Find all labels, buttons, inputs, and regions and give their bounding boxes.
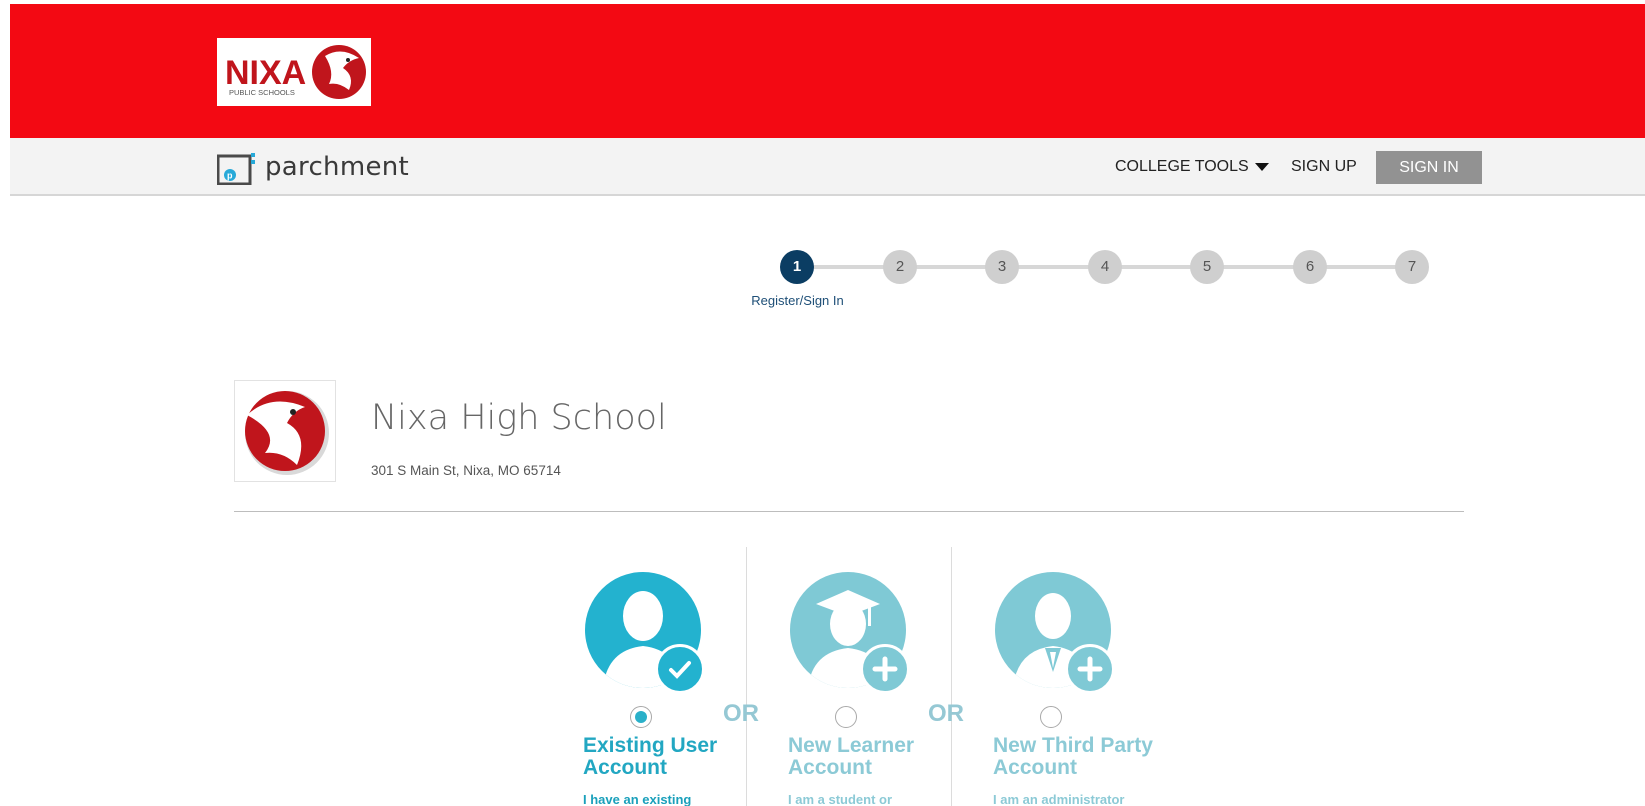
step-5: 5 (1190, 250, 1224, 284)
parchment-wordmark: parchment (265, 152, 410, 182)
new-third-party-option[interactable] (993, 572, 1193, 694)
progress-stepper: 1 2 3 4 5 6 7 (780, 250, 1430, 286)
or-separator: OR (928, 700, 964, 727)
college-tools-menu[interactable]: COLLEGE TOOLS (1115, 152, 1269, 182)
new-learner-radio[interactable] (835, 706, 857, 728)
new-learner-title[interactable]: New Learner Account (788, 735, 968, 779)
existing-user-option[interactable] (583, 572, 783, 694)
step-1: 1 (780, 250, 814, 284)
new-third-party-title[interactable]: New Third Party Account (993, 735, 1173, 779)
caret-down-icon (1254, 162, 1269, 171)
new-learner-option[interactable] (788, 572, 988, 694)
section-divider (234, 511, 1464, 512)
or-separator: OR (723, 700, 759, 727)
parchment-logo[interactable]: p parchment (216, 148, 410, 186)
plus-badge-icon (1065, 644, 1115, 694)
top-navbar: p parchment COLLEGE TOOLS SIGN UP SIGN I… (10, 138, 1645, 196)
sign-up-link[interactable]: SIGN UP (1291, 152, 1357, 182)
administrator-plus-icon (995, 572, 1115, 694)
svg-text:NIXA: NIXA (225, 54, 306, 92)
existing-user-radio[interactable] (630, 706, 652, 728)
school-address: 301 S Main St, Nixa, MO 65714 (371, 463, 561, 478)
parchment-mark-icon: p (216, 151, 257, 186)
district-logo[interactable]: NIXA PUBLIC SCHOOLS (217, 38, 371, 106)
new-third-party-radio[interactable] (1040, 706, 1062, 728)
school-name: Nixa High School (371, 398, 667, 438)
new-learner-desc: I am a student or (788, 792, 893, 806)
user-check-icon (585, 572, 705, 694)
new-third-party-desc: I am an administrator (993, 792, 1125, 806)
step-6: 6 (1293, 250, 1327, 284)
step-3: 3 (985, 250, 1019, 284)
graduate-plus-icon (790, 572, 910, 694)
svg-text:PUBLIC SCHOOLS: PUBLIC SCHOOLS (229, 88, 295, 97)
existing-user-title[interactable]: Existing User Account (583, 735, 763, 779)
sign-in-button[interactable]: SIGN IN (1376, 151, 1482, 184)
existing-user-desc: I have an existing (583, 792, 692, 806)
college-tools-label: COLLEGE TOOLS (1115, 158, 1249, 175)
step-7: 7 (1395, 250, 1429, 284)
checkmark-badge-icon (655, 644, 705, 694)
step-4: 4 (1088, 250, 1122, 284)
school-logo (234, 380, 336, 482)
step-2: 2 (883, 250, 917, 284)
plus-badge-icon (860, 644, 910, 694)
svg-text:p: p (227, 171, 233, 181)
active-step-caption: Register/Sign In (751, 293, 844, 308)
